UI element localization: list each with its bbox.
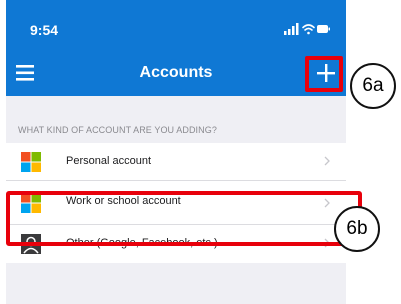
step-callout-6b: 6b	[334, 206, 380, 252]
navigation-bar: Accounts	[6, 50, 346, 96]
add-button-highlight	[305, 56, 343, 92]
status-icons	[284, 22, 330, 36]
section-header: WHAT KIND OF ACCOUNT ARE YOU ADDING?	[18, 125, 217, 135]
status-time: 9:54	[30, 22, 59, 38]
chevron-right-icon	[324, 156, 330, 166]
personal-account-label: Personal account	[66, 155, 151, 167]
microsoft-logo-icon	[21, 152, 41, 172]
status-bar: 9:54	[6, 0, 346, 50]
step-callout-6a: 6a	[350, 63, 396, 109]
phone-screen: 9:54 Accounts WHAT KIND OF ACCOUNT ARE Y…	[6, 0, 346, 304]
empty-background	[6, 264, 346, 304]
battery-icon	[317, 25, 330, 33]
personal-account-option[interactable]: Personal account	[6, 143, 346, 181]
signal-icon	[284, 23, 299, 35]
wifi-icon	[302, 24, 315, 35]
work-account-highlight	[6, 191, 362, 246]
page-title: Accounts	[139, 64, 213, 81]
